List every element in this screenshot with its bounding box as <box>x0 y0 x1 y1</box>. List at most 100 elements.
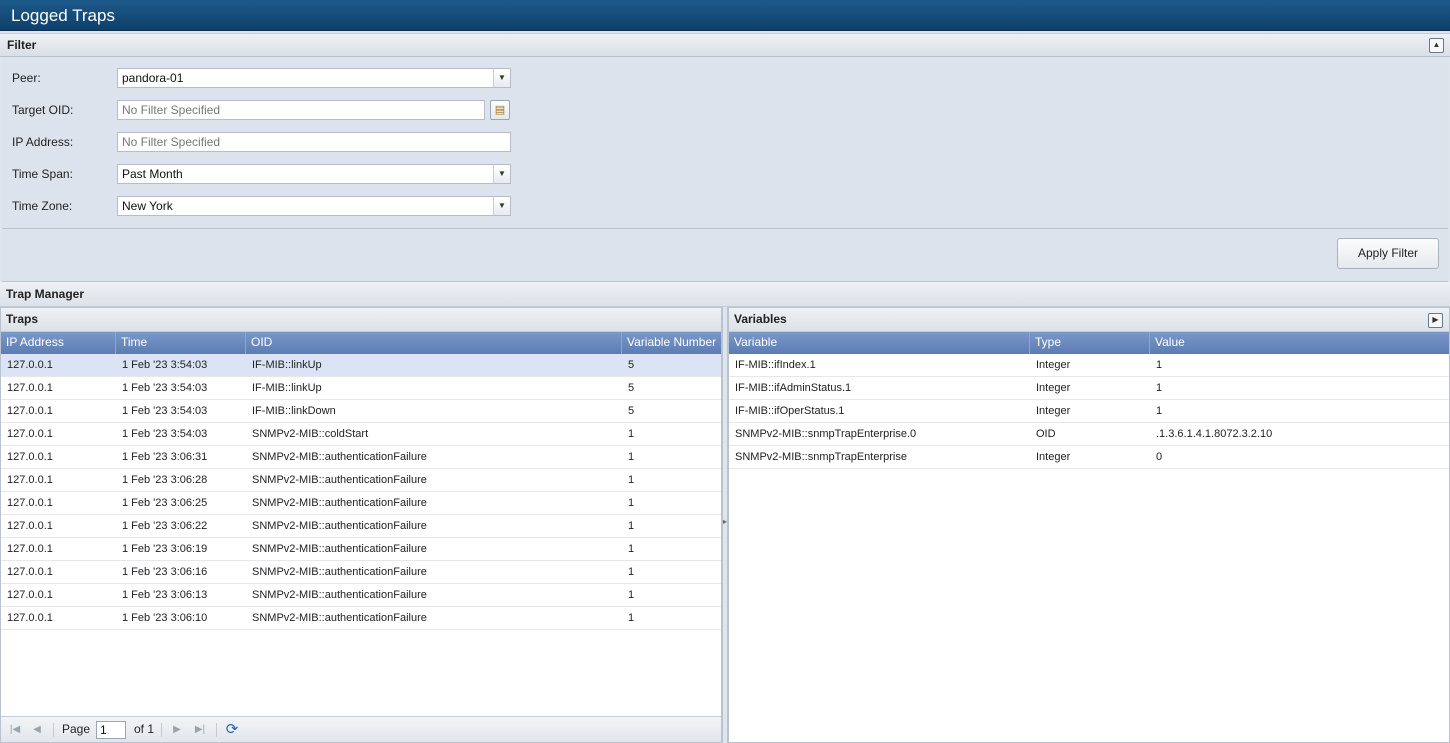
table-row[interactable]: IF-MIB::ifIndex.1 Integer 1 <box>729 354 1449 377</box>
table-row[interactable]: 127.0.0.1 1 Feb '23 3:06:10 SNMPv2-MIB::au… <box>1 607 721 630</box>
ip-address-cell: 127.0.0.1 <box>7 566 53 578</box>
variables-grid-header: Variable Type Value <box>729 332 1449 354</box>
col-value[interactable]: Value <box>1150 332 1450 354</box>
table-row[interactable]: 127.0.0.1 1 Feb '23 3:54:03 IF-MIB::linkDo… <box>1 400 721 423</box>
oid-cell: SNMPv2-MIB::authenticationFailure <box>252 589 427 601</box>
ip-address-cell: 127.0.0.1 <box>7 520 53 532</box>
window-title: Logged Traps <box>0 0 1450 31</box>
col-variable[interactable]: Variable <box>729 332 1030 354</box>
col-time[interactable]: Time <box>116 332 246 354</box>
variable-number-cell: 1 <box>628 474 635 486</box>
table-row[interactable]: SNMPv2-MIB::snmpTrapEnterprise.0 OID .1.3.… <box>729 423 1449 446</box>
target-oid-input[interactable]: No Filter Specified <box>117 100 485 120</box>
time-cell: 1 Feb '23 3:06:16 <box>122 566 208 578</box>
table-row[interactable]: 127.0.0.1 1 Feb '23 3:06:16 SNMPv2-MIB::au… <box>1 561 721 584</box>
col-oid[interactable]: OID <box>246 332 622 354</box>
traps-title: Traps <box>1 308 721 332</box>
ip-address-cell: 127.0.0.1 <box>7 612 53 624</box>
apply-filter-button[interactable]: Apply Filter <box>1337 238 1439 269</box>
chevron-down-icon[interactable]: ▼ <box>493 197 510 215</box>
oid-browser-icon[interactable]: ▤ <box>490 100 510 120</box>
value-cell: 1 <box>1156 359 1163 371</box>
time-zone-label: Time Zone: <box>12 199 73 213</box>
time-cell: 1 Feb '23 3:06:13 <box>122 589 208 601</box>
table-row[interactable]: 127.0.0.1 1 Feb '23 3:06:28 SNMPv2-MIB::au… <box>1 469 721 492</box>
page-label: Page <box>62 722 91 736</box>
variable-cell: IF-MIB::ifOperStatus.1 <box>735 405 845 417</box>
target-oid-label: Target OID: <box>12 103 74 117</box>
ip-address-cell: 127.0.0.1 <box>7 428 53 440</box>
type-cell: Integer <box>1036 359 1071 371</box>
ip-address-cell: 127.0.0.1 <box>7 497 53 509</box>
variable-number-cell: 5 <box>628 382 635 394</box>
variable-number-cell: 5 <box>628 359 635 371</box>
oid-cell: SNMPv2-MIB::authenticationFailure <box>252 474 427 486</box>
ip-address-label: IP Address: <box>12 135 74 149</box>
type-cell: Integer <box>1036 382 1071 394</box>
table-row[interactable]: 127.0.0.1 1 Feb '23 3:06:25 SNMPv2-MIB::au… <box>1 492 721 515</box>
filter-actions: Apply Filter <box>2 229 1448 282</box>
col-variable-number[interactable]: Variable Number <box>622 332 722 354</box>
last-page-icon[interactable]: ▶| <box>192 717 208 742</box>
value-cell: 0 <box>1156 451 1163 463</box>
pager-divider <box>161 723 162 737</box>
chevron-down-icon[interactable]: ▼ <box>493 165 510 183</box>
value-cell: 1 <box>1156 405 1163 417</box>
traps-grid-body: 127.0.0.1 1 Feb '23 3:54:03 IF-MIB::linkUp… <box>1 354 721 630</box>
col-ip-address[interactable]: IP Address <box>1 332 116 354</box>
variables-title-bar: Variables ▶ <box>729 308 1449 332</box>
variable-cell: SNMPv2-MIB::snmpTrapEnterprise.0 <box>735 428 917 440</box>
table-row[interactable]: 127.0.0.1 1 Feb '23 3:54:03 IF-MIB::linkUp… <box>1 377 721 400</box>
type-cell: Integer <box>1036 405 1071 417</box>
peer-value: pandora-01 <box>122 71 184 85</box>
variable-number-cell: 1 <box>628 543 635 555</box>
ip-address-cell: 127.0.0.1 <box>7 405 53 417</box>
filter-form: Peer: pandora-01 ▼ Target OID: No Filter… <box>2 57 1448 229</box>
next-page-icon[interactable]: ▶ <box>169 717 185 742</box>
table-row[interactable]: IF-MIB::ifOperStatus.1 Integer 1 <box>729 400 1449 423</box>
variable-cell: SNMPv2-MIB::snmpTrapEnterprise <box>735 451 907 463</box>
time-span-select[interactable]: Past Month ▼ <box>117 164 511 184</box>
oid-cell: SNMPv2-MIB::authenticationFailure <box>252 520 427 532</box>
time-cell: 1 Feb '23 3:54:03 <box>122 428 208 440</box>
first-page-icon[interactable]: |◀ <box>7 717 23 742</box>
filter-panel-header: Filter ▲ <box>0 33 1450 57</box>
oid-cell: SNMPv2-MIB::authenticationFailure <box>252 566 427 578</box>
table-row[interactable]: SNMPv2-MIB::snmpTrapEnterprise Integer 0 <box>729 446 1449 469</box>
oid-cell: SNMPv2-MIB::authenticationFailure <box>252 497 427 509</box>
value-cell: 1 <box>1156 382 1163 394</box>
table-row[interactable]: 127.0.0.1 1 Feb '23 3:06:31 SNMPv2-MIB::au… <box>1 446 721 469</box>
variable-number-cell: 1 <box>628 451 635 463</box>
time-cell: 1 Feb '23 3:54:03 <box>122 382 208 394</box>
ip-address-cell: 127.0.0.1 <box>7 359 53 371</box>
variables-panel: Variables ▶ Variable Type Value IF-MIB::… <box>728 307 1450 743</box>
ip-address-cell: 127.0.0.1 <box>7 382 53 394</box>
table-row[interactable]: 127.0.0.1 1 Feb '23 3:06:13 SNMPv2-MIB::au… <box>1 584 721 607</box>
time-cell: 1 Feb '23 3:06:28 <box>122 474 208 486</box>
trap-manager-header: Trap Manager <box>0 282 1450 307</box>
time-cell: 1 Feb '23 3:06:10 <box>122 612 208 624</box>
splitter-grip-icon: ▸ <box>723 517 728 526</box>
traps-panel: Traps IP Address Time OID Variable Numbe… <box>0 307 722 743</box>
table-row[interactable]: 127.0.0.1 1 Feb '23 3:54:03 SNMPv2-MIB::co… <box>1 423 721 446</box>
filter-title: Filter <box>7 38 37 52</box>
prev-page-icon[interactable]: ◀ <box>29 717 45 742</box>
time-zone-select[interactable]: New York ▼ <box>117 196 511 216</box>
collapse-up-icon[interactable]: ▲ <box>1429 38 1444 53</box>
table-row[interactable]: IF-MIB::ifAdminStatus.1 Integer 1 <box>729 377 1449 400</box>
table-row[interactable]: 127.0.0.1 1 Feb '23 3:06:19 SNMPv2-MIB::au… <box>1 538 721 561</box>
time-zone-value: New York <box>122 199 173 213</box>
variable-number-cell: 1 <box>628 520 635 532</box>
variable-number-cell: 1 <box>628 566 635 578</box>
table-row[interactable]: 127.0.0.1 1 Feb '23 3:06:22 SNMPv2-MIB::au… <box>1 515 721 538</box>
chevron-down-icon[interactable]: ▼ <box>493 69 510 87</box>
refresh-icon[interactable]: ⟳ <box>224 717 240 742</box>
expand-right-icon[interactable]: ▶ <box>1428 313 1443 328</box>
ip-address-cell: 127.0.0.1 <box>7 451 53 463</box>
page-count-label: of 1 <box>134 722 155 736</box>
ip-address-input[interactable]: No Filter Specified <box>117 132 511 152</box>
peer-select[interactable]: pandora-01 ▼ <box>117 68 511 88</box>
col-type[interactable]: Type <box>1030 332 1150 354</box>
page-number-input[interactable]: 1 <box>96 721 126 739</box>
table-row[interactable]: 127.0.0.1 1 Feb '23 3:54:03 IF-MIB::linkUp… <box>1 354 721 377</box>
